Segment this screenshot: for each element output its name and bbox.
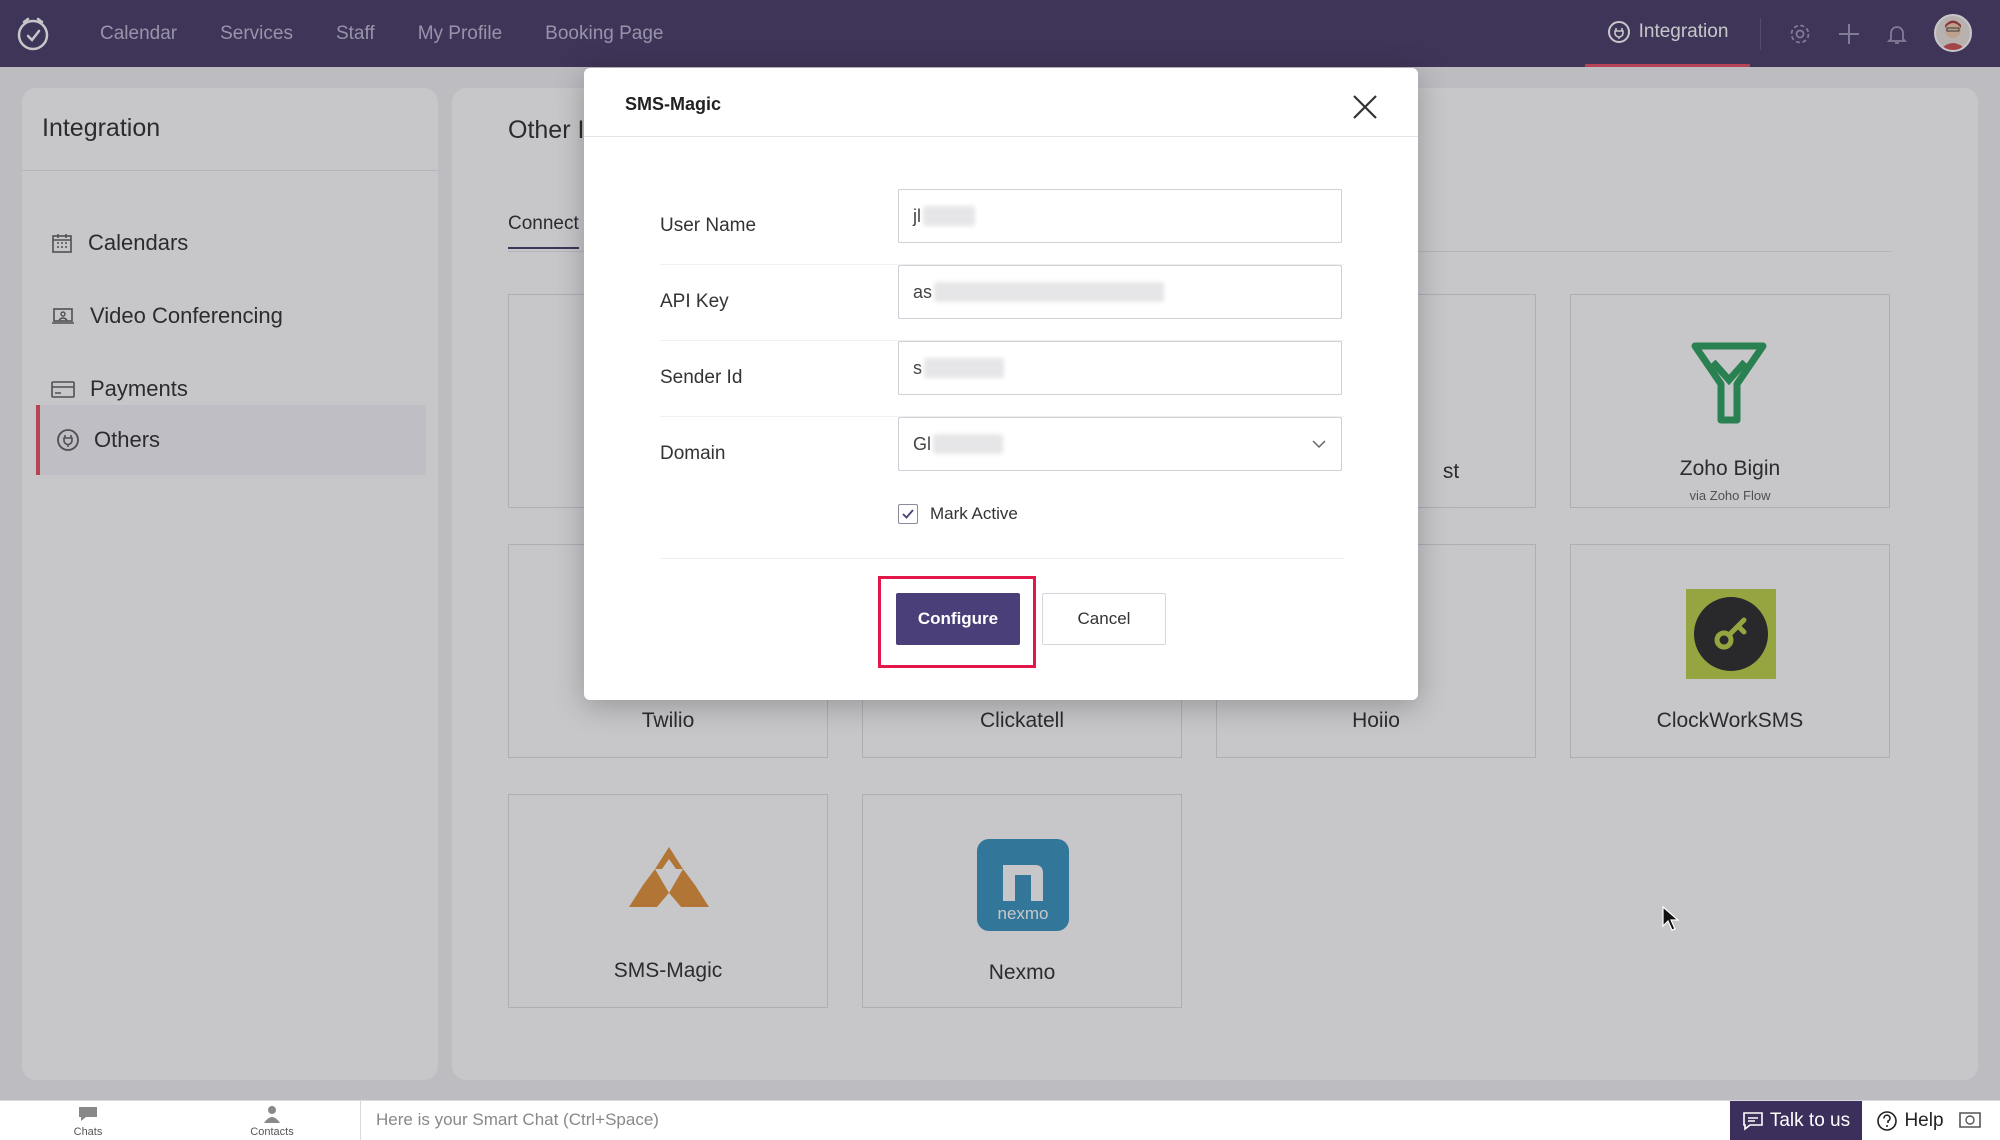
bottom-bar-divider: [360, 1101, 361, 1140]
redacted-text: [934, 282, 1165, 302]
cancel-button[interactable]: Cancel: [1042, 593, 1166, 645]
user-name-label: User Name: [660, 215, 757, 236]
api-key-label: API Key: [660, 291, 729, 312]
form-row-sender-id: Sender Id s: [660, 341, 1344, 417]
redacted-text: [924, 358, 1004, 378]
help-button[interactable]: Help: [1870, 1101, 1950, 1140]
integration-plug-icon[interactable]: [1956, 1107, 1986, 1135]
domain-value: Gl: [913, 433, 931, 454]
contacts-label: Contacts: [250, 1126, 294, 1138]
help-question-icon: [1877, 1111, 1898, 1131]
mark-active-label: Mark Active: [930, 504, 1018, 523]
sms-magic-config-dialog: SMS-Magic User Name jl API Key as Sender…: [584, 68, 1418, 700]
mouse-cursor-icon: [1662, 905, 1680, 937]
mark-active-checkbox[interactable]: [898, 504, 918, 524]
form-row-domain: Domain Gl: [660, 417, 1344, 493]
form-row-user-name: User Name jl: [660, 189, 1344, 265]
redacted-text: [923, 206, 975, 226]
talk-to-us-button[interactable]: Talk to us: [1730, 1101, 1862, 1140]
sender-id-value: s: [913, 357, 922, 378]
chat-bubble-icon: [79, 1107, 97, 1121]
smart-chat-input[interactable]: Here is your Smart Chat (Ctrl+Space): [376, 1110, 659, 1130]
user-name-input[interactable]: jl: [898, 189, 1342, 243]
mark-active-row: Mark Active: [898, 504, 1018, 524]
dialog-footer-divider: [660, 558, 1344, 559]
configure-button[interactable]: Configure: [896, 593, 1020, 645]
contacts-button[interactable]: Contacts: [232, 1105, 312, 1138]
form-row-api-key: API Key as: [660, 265, 1344, 341]
dialog-header-divider: [584, 136, 1418, 137]
checkmark-icon: [902, 509, 914, 519]
api-key-input[interactable]: as: [898, 265, 1342, 319]
chats-button[interactable]: Chats: [48, 1105, 128, 1138]
bottom-bar: Chats Contacts Here is your Smart Chat (…: [0, 1100, 2000, 1140]
api-key-value: as: [913, 281, 933, 302]
chevron-down-icon: [1312, 440, 1326, 449]
domain-label: Domain: [660, 443, 726, 464]
chat-icon: [1743, 1112, 1763, 1131]
sender-id-input[interactable]: s: [898, 341, 1342, 395]
help-label: Help: [1904, 1110, 1944, 1131]
user-name-value: jl: [913, 205, 921, 226]
dialog-title: SMS-Magic: [625, 94, 722, 114]
talk-to-us-label: Talk to us: [1769, 1110, 1851, 1131]
domain-select[interactable]: Gl: [898, 417, 1342, 471]
contact-person-icon: [264, 1106, 280, 1123]
sender-id-label: Sender Id: [660, 367, 743, 388]
redacted-text: [933, 434, 1003, 454]
close-icon[interactable]: [1348, 90, 1382, 124]
chats-label: Chats: [73, 1126, 103, 1138]
